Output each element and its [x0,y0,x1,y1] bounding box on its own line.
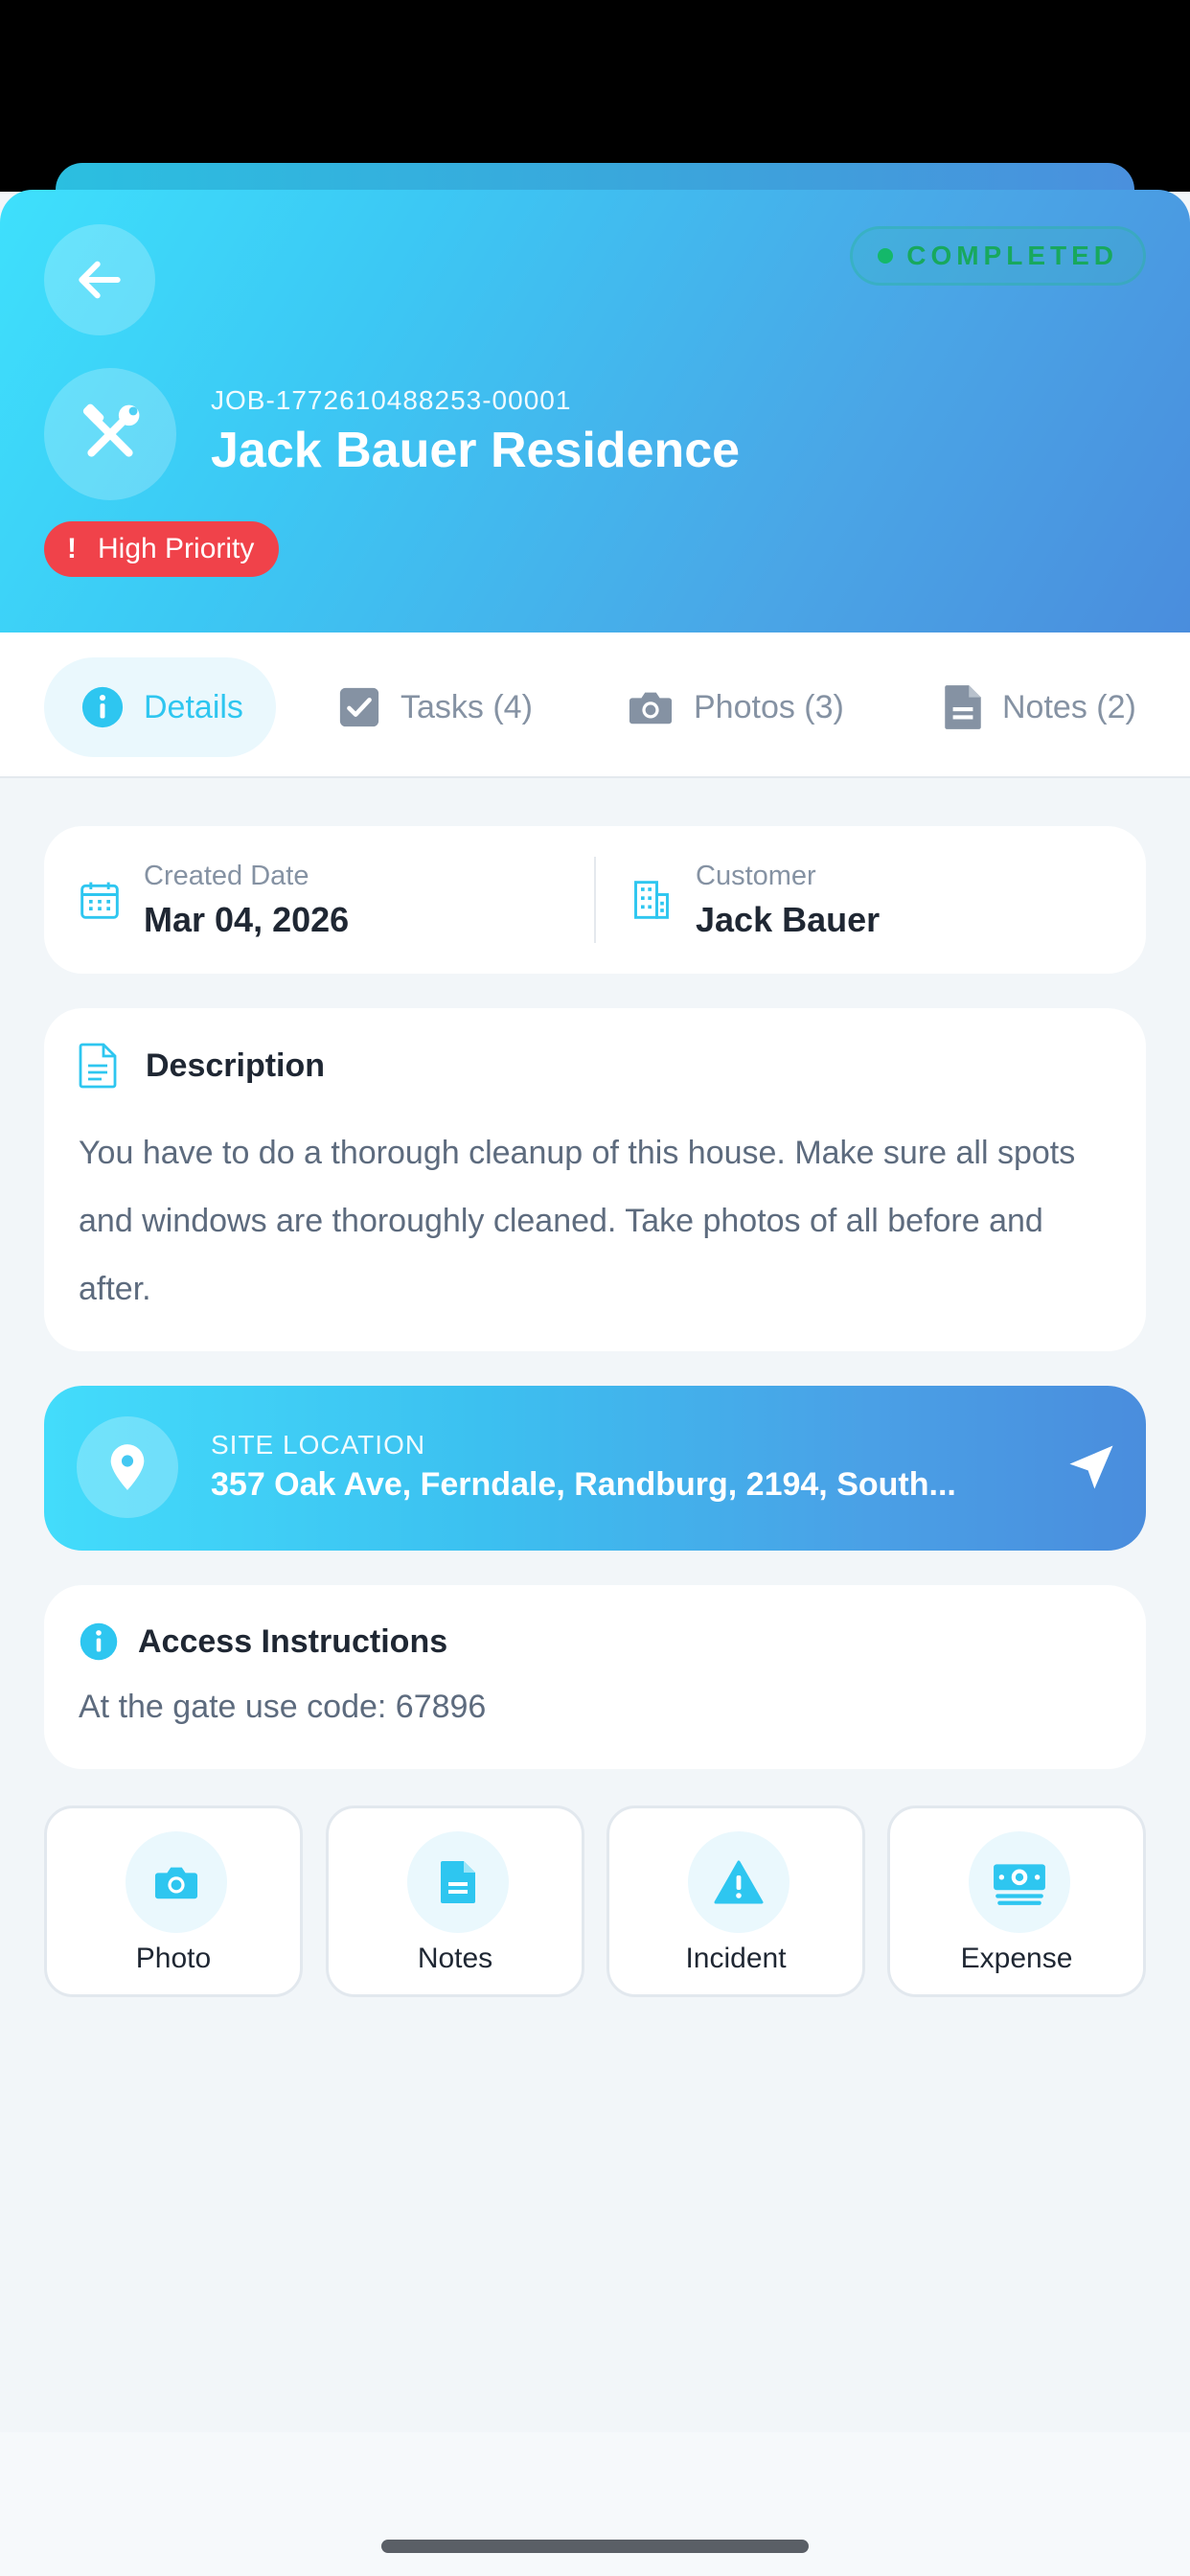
access-title: Access Instructions [138,1622,448,1660]
incident-action-button[interactable]: Incident [606,1806,865,1997]
camera-icon [627,685,675,729]
incident-action-label: Incident [685,1943,787,1974]
camera-icon [126,1831,227,1933]
page-title: Jack Bauer Residence [211,423,741,478]
location-pin-icon [77,1416,178,1518]
bottom-safe-area [0,2432,1190,2576]
quick-actions: Photo Notes Incident Expense [44,1806,1146,1997]
tab-tasks[interactable]: Tasks (4) [337,657,533,757]
tools-icon [44,368,176,500]
money-icon [969,1831,1070,1933]
access-text: At the gate use code: 67896 [79,1689,487,1725]
description-title: Description [146,1046,326,1084]
priority-label: High Priority [98,533,255,564]
photo-action-button[interactable]: Photo [44,1806,303,1997]
calendar-icon [79,879,121,921]
customer-value: Jack Bauer [696,899,881,939]
job-info-card: Created Date Mar 04, 2026 Customer Jack … [44,826,1146,974]
home-indicator[interactable] [381,2540,809,2553]
customer-field: Customer Jack Bauer [630,826,880,974]
photo-action-label: Photo [135,1943,212,1974]
back-button[interactable] [44,224,155,335]
site-location-card[interactable]: SITE LOCATION 357 Oak Ave, Ferndale, Ran… [44,1386,1146,1551]
navigation-arrow-icon[interactable] [1065,1441,1117,1498]
expense-action-button[interactable]: Expense [887,1806,1146,1997]
job-number: JOB-1772610488253-00001 [211,385,572,415]
tab-photos-label: Photos (3) [694,688,844,725]
info-divider [594,857,596,943]
exclamation-icon: ! [67,533,77,564]
created-date-label: Created Date [144,860,309,891]
tab-details[interactable]: Details [44,657,276,757]
site-location-label: SITE LOCATION [211,1430,426,1460]
created-date-value: Mar 04, 2026 [144,899,350,939]
job-details-screen: COMPLETED JOB-1772610488253-00001 Jack B… [0,0,1190,2576]
info-icon [79,1622,119,1662]
status-dot [878,248,894,264]
status-text: COMPLETED [906,241,1118,270]
created-date-field: Created Date Mar 04, 2026 [79,826,349,974]
job-header: COMPLETED JOB-1772610488253-00001 Jack B… [0,190,1190,632]
notes-action-label: Notes [417,1943,493,1974]
tab-notes[interactable]: Notes (2) [943,657,1136,757]
tab-photos[interactable]: Photos (3) [627,657,844,757]
checkbox-icon [337,685,381,729]
arrow-left-icon [79,261,121,299]
notes-action-button[interactable]: Notes [326,1806,584,1997]
tab-tasks-label: Tasks (4) [400,688,533,725]
access-instructions-card: Access Instructions At the gate use code… [44,1585,1146,1769]
site-location-address: 357 Oak Ave, Ferndale, Randburg, 2194, S… [211,1466,956,1503]
document-icon [407,1831,509,1933]
status-badge: COMPLETED [850,226,1146,286]
tab-details-label: Details [144,688,243,725]
tab-bar: Details Tasks (4) Photos (3) Notes (2) [0,632,1190,778]
building-icon [630,879,673,921]
document-icon [79,1043,117,1089]
description-header: Description [79,1043,325,1089]
info-icon [80,685,125,729]
customer-label: Customer [696,860,816,891]
warning-icon [688,1831,790,1933]
tab-notes-label: Notes (2) [1002,688,1136,725]
expense-action-label: Expense [960,1943,1073,1974]
description-text: You have to do a thorough cleanup of thi… [79,1135,1076,1307]
access-header: Access Instructions [79,1622,447,1662]
description-card: Description You have to do a thorough cl… [44,1008,1146,1351]
priority-badge: ! High Priority [44,521,280,577]
document-icon [943,683,983,731]
